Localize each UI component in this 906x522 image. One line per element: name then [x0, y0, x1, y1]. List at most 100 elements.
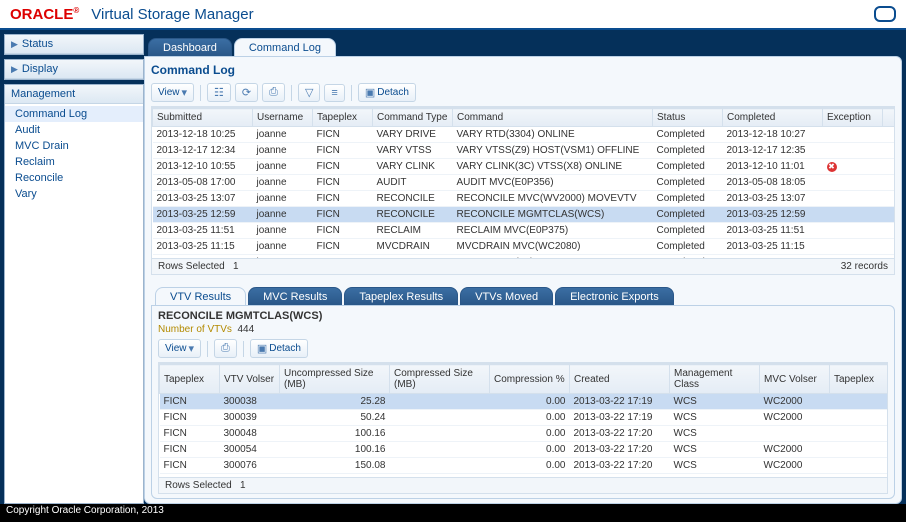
col-header[interactable]: Completed: [723, 109, 823, 127]
table-row[interactable]: 2013-03-25 12:59joanneFICNRECONCILERECON…: [153, 207, 896, 223]
col-header[interactable]: Management Class: [670, 365, 760, 394]
col-header[interactable]: Tapeplex: [313, 109, 373, 127]
management-header[interactable]: Management: [5, 85, 143, 104]
cell: 2013-12-18 10:25: [153, 127, 253, 143]
table-row[interactable]: 2013-03-25 11:15joanneFICNMVCDRAINMVCDRA…: [153, 239, 896, 255]
cell: VARY VTSS: [373, 143, 453, 159]
chevron-right-icon: ▶: [11, 64, 18, 75]
cell: WC2000: [760, 458, 830, 474]
table-row[interactable]: 2013-03-25 10:59joanneFICNAUDITAUDIT VTS…: [153, 255, 896, 260]
cell: 2013-03-25 11:15: [153, 239, 253, 255]
app-title: Virtual Storage Manager: [91, 6, 253, 23]
detail-rows-selected-value: 1: [240, 480, 246, 491]
col-header[interactable]: Tapeplex: [830, 365, 889, 394]
cell: FICN: [313, 255, 373, 260]
cell: 0.00: [490, 458, 570, 474]
cell: 2013-05-08 18:05: [723, 175, 823, 191]
table-row[interactable]: FICN300054100.160.002013-03-22 17:20WCSW…: [160, 442, 889, 458]
col-header[interactable]: Exception: [823, 109, 883, 127]
table-row[interactable]: FICN30003950.240.002013-03-22 17:19WCSWC…: [160, 410, 889, 426]
cell: 2013-03-22 17:19: [570, 394, 670, 410]
table-row[interactable]: 2013-12-10 10:55joanneFICNVARY CLINKVARY…: [153, 159, 896, 175]
table-row[interactable]: FICN300080175.040.002013-03-22 17:20WCSW…: [160, 474, 889, 479]
cell: Completed: [653, 223, 723, 239]
nav-item-vary[interactable]: Vary: [5, 186, 143, 202]
subtab-vtv-results[interactable]: VTV Results: [155, 287, 246, 305]
col-header[interactable]: Tapeplex: [160, 365, 220, 394]
cell: 2013-05-08 17:00: [153, 175, 253, 191]
print-icon[interactable]: ⎙: [262, 83, 285, 102]
filter-icon[interactable]: ▽: [298, 83, 320, 102]
col-header[interactable]: Command Type: [373, 109, 453, 127]
detail-detach-button[interactable]: ▣ Detach: [250, 339, 308, 358]
col-header[interactable]: Status: [653, 109, 723, 127]
col-header[interactable]: VTV Volser: [220, 365, 280, 394]
col-header[interactable]: Compression %: [490, 365, 570, 394]
nav-item-mvc-drain[interactable]: MVC Drain: [5, 138, 143, 154]
table-row[interactable]: 2013-03-25 11:51joanneFICNRECLAIMRECLAIM…: [153, 223, 896, 239]
cell: [830, 410, 889, 426]
nav-item-reconcile[interactable]: Reconcile: [5, 170, 143, 186]
cell: [390, 442, 490, 458]
management-panel: Management Command LogAuditMVC DrainRecl…: [4, 84, 144, 504]
cell: 50.24: [280, 410, 390, 426]
subtab-mvc-results[interactable]: MVC Results: [248, 287, 342, 305]
detach-button[interactable]: ▣ Detach: [358, 83, 416, 102]
command-log-grid[interactable]: SubmittedUsernameTapeplexCommand TypeCom…: [151, 107, 895, 259]
refresh-icon[interactable]: ⟳: [235, 83, 258, 102]
cell: [883, 223, 896, 239]
cell: [823, 143, 883, 159]
nav-item-command-log[interactable]: Command Log: [5, 106, 143, 122]
table-row[interactable]: 2013-12-17 12:34joanneFICNVARY VTSSVARY …: [153, 143, 896, 159]
cell: FICN: [313, 143, 373, 159]
cell: 0.00: [490, 474, 570, 479]
cell: 2013-03-22 17:19: [570, 410, 670, 426]
cell: [830, 426, 889, 442]
cell: WCS: [670, 474, 760, 479]
table-row[interactable]: FICN300076150.080.002013-03-22 17:20WCSW…: [160, 458, 889, 474]
help-icon[interactable]: [874, 6, 896, 22]
detail-statusbar: Rows Selected 1: [158, 478, 888, 494]
table-row[interactable]: FICN30003825.280.002013-03-22 17:19WCSWC…: [160, 394, 889, 410]
status-header[interactable]: ▶ Status: [5, 35, 143, 54]
nav-item-audit[interactable]: Audit: [5, 122, 143, 138]
nav-item-reclaim[interactable]: Reclaim: [5, 154, 143, 170]
subtab-tapeplex-results[interactable]: Tapeplex Results: [344, 287, 458, 305]
detail-rows-selected-label: Rows Selected: [165, 480, 232, 491]
table-row[interactable]: FICN300048100.160.002013-03-22 17:20WCSA…: [160, 426, 889, 442]
col-header[interactable]: Command: [453, 109, 653, 127]
subtab-electronic-exports[interactable]: Electronic Exports: [555, 287, 674, 305]
cell: [823, 207, 883, 223]
col-header[interactable]: Submitted: [153, 109, 253, 127]
col-header[interactable]: Compressed Size (MB): [390, 365, 490, 394]
cell: WCS: [670, 442, 760, 458]
wrap-icon[interactable]: ≡: [324, 84, 344, 102]
col-header[interactable]: Uncompressed Size (MB): [280, 365, 390, 394]
command-log-toolbar: View ▾ ☷ ⟳ ⎙ ▽ ≡ ▣ Detach: [151, 81, 895, 107]
cell: Completed: [653, 159, 723, 175]
display-header[interactable]: ▶ Display: [5, 60, 143, 79]
tab-dashboard[interactable]: Dashboard: [148, 38, 232, 56]
cell: RECONCILE: [373, 207, 453, 223]
cell: 2013-03-25 13:07: [723, 191, 823, 207]
tab-command-log[interactable]: Command Log: [234, 38, 336, 56]
columns-icon[interactable]: ☷: [207, 83, 231, 102]
col-header[interactable]: Username: [253, 109, 313, 127]
cell: [390, 458, 490, 474]
detail-view-menu-button[interactable]: View ▾: [158, 339, 201, 358]
cell: 2013-12-18 10:27: [723, 127, 823, 143]
table-row[interactable]: 2013-12-18 10:25joanneFICNVARY DRIVEVARY…: [153, 127, 896, 143]
subtab-vtvs-moved[interactable]: VTVs Moved: [460, 287, 553, 305]
col-header[interactable]: Created: [570, 365, 670, 394]
cell: 0.00: [490, 442, 570, 458]
detail-print-icon[interactable]: ⎙: [214, 339, 237, 358]
detail-title: RECONCILE MGMTCLAS(WCS): [158, 310, 888, 322]
cell: 2013-03-25 11:51: [723, 223, 823, 239]
table-row[interactable]: 2013-05-08 17:00joanneFICNAUDITAUDIT MVC…: [153, 175, 896, 191]
col-header[interactable]: MVC Volser: [760, 365, 830, 394]
col-header[interactable]: [883, 109, 896, 127]
cell: [823, 239, 883, 255]
detail-grid[interactable]: TapeplexVTV VolserUncompressed Size (MB)…: [158, 363, 888, 478]
table-row[interactable]: 2013-03-25 13:07joanneFICNRECONCILERECON…: [153, 191, 896, 207]
view-menu-button[interactable]: View ▾: [151, 83, 194, 102]
